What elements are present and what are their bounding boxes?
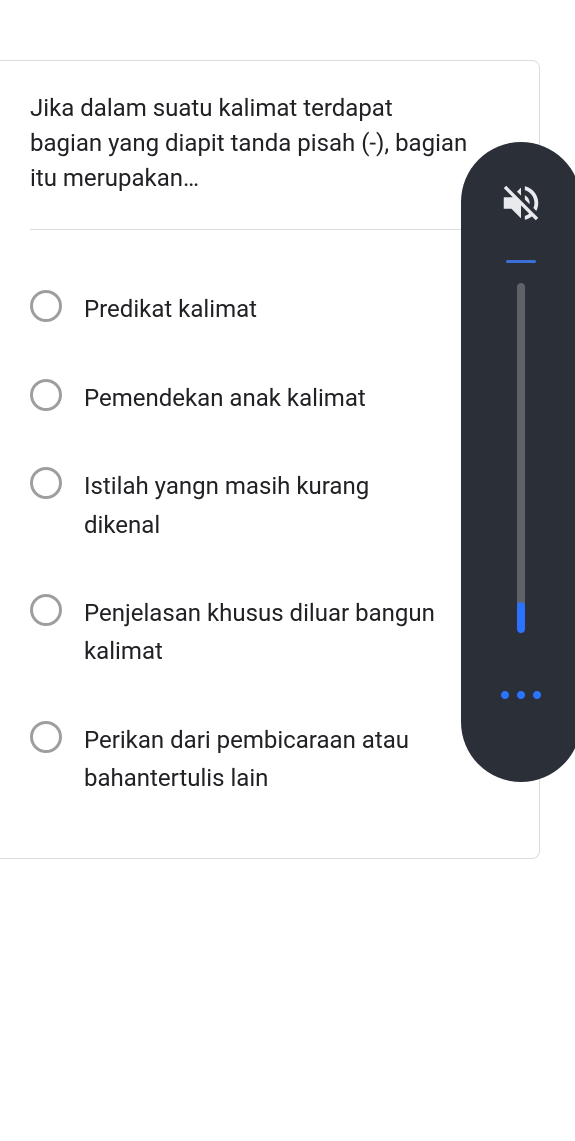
radio-option[interactable]: Pemendekan anak kalimat (30, 329, 509, 417)
option-label: Predikat kalimat (84, 290, 317, 328)
volume-mute-icon[interactable] (498, 180, 544, 226)
option-label: Penjelasan khusus diluar bangun kalimat (84, 594, 509, 671)
dot-icon (533, 691, 541, 699)
radio-input[interactable] (30, 594, 62, 626)
radio-input[interactable] (30, 721, 62, 753)
radio-option[interactable]: Predikat kalimat (30, 240, 509, 328)
dot-icon (501, 691, 509, 699)
volume-accent-bar (506, 260, 536, 263)
radio-option[interactable]: Perikan dari pembicaraan atau bahantertu… (30, 671, 509, 798)
radio-input[interactable] (30, 467, 62, 499)
dot-icon (517, 691, 525, 699)
question-text: Jika dalam suatu kalimat terdapat bagian… (30, 91, 509, 195)
volume-slider[interactable] (517, 283, 525, 633)
option-label: Perikan dari pembicaraan atau bahantertu… (84, 721, 509, 798)
radio-input[interactable] (30, 290, 62, 322)
volume-slider-fill (517, 602, 525, 634)
radio-input[interactable] (30, 379, 62, 411)
radio-option[interactable]: Istilah yangn masih kurang dikenal (30, 417, 509, 544)
more-button[interactable] (501, 691, 541, 699)
options-group: Predikat kalimat Pemendekan anak kalimat… (30, 240, 509, 797)
volume-panel[interactable] (461, 142, 575, 782)
question-card: Jika dalam suatu kalimat terdapat bagian… (0, 60, 540, 859)
option-label: Istilah yangn masih kurang dikenal (84, 467, 509, 544)
radio-option[interactable]: Penjelasan khusus diluar bangun kalimat (30, 544, 509, 671)
divider (30, 229, 509, 230)
option-label: Pemendekan anak kalimat (84, 379, 426, 417)
